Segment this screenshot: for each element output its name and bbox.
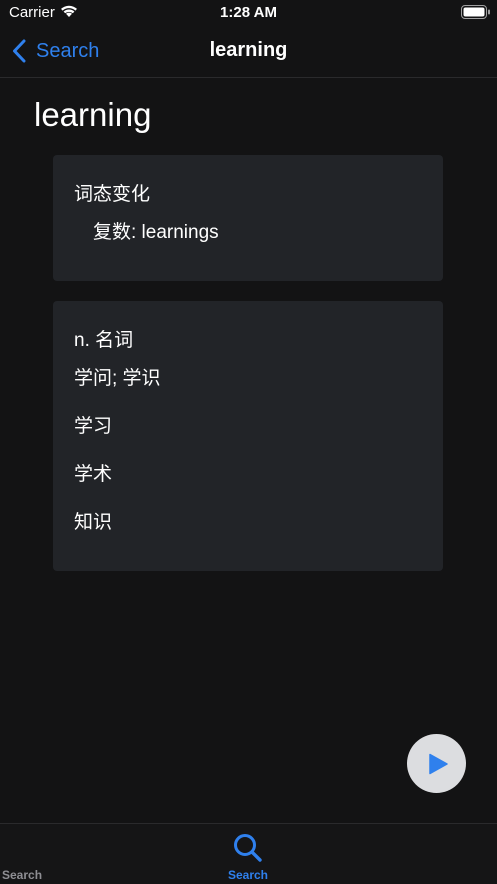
navigation-bar: Search learning	[0, 26, 497, 78]
tab-label: Search	[2, 868, 43, 882]
play-icon	[428, 753, 448, 775]
definition-item: 学术	[74, 464, 113, 485]
definitions-card: n. 名词 学问; 学识 学习 学术 知识	[53, 301, 443, 571]
word-forms-heading: 词态变化	[74, 184, 151, 205]
word-forms-card: 词态变化 复数: learnings	[53, 155, 443, 281]
word-title: learning	[34, 96, 152, 133]
plural-form: 复数: learnings	[93, 222, 219, 243]
tab-label: Search	[227, 868, 269, 882]
tab-search[interactable]: Search	[208, 824, 288, 884]
definition-item: 学习	[74, 416, 113, 437]
tab-search-left[interactable]: Search	[0, 824, 60, 884]
status-time: 1:28 AM	[220, 4, 277, 21]
status-bar: Carrier 1:28 AM	[0, 0, 497, 26]
definition-item: 知识	[74, 512, 113, 533]
nav-title: learning	[209, 39, 288, 61]
play-pronunciation-button[interactable]	[407, 734, 466, 793]
battery-icon	[461, 5, 491, 19]
definition-item: 学问; 学识	[74, 368, 161, 389]
part-of-speech: n. 名词	[74, 330, 134, 351]
tab-bar: Search Search	[0, 823, 497, 884]
search-icon	[233, 833, 263, 863]
